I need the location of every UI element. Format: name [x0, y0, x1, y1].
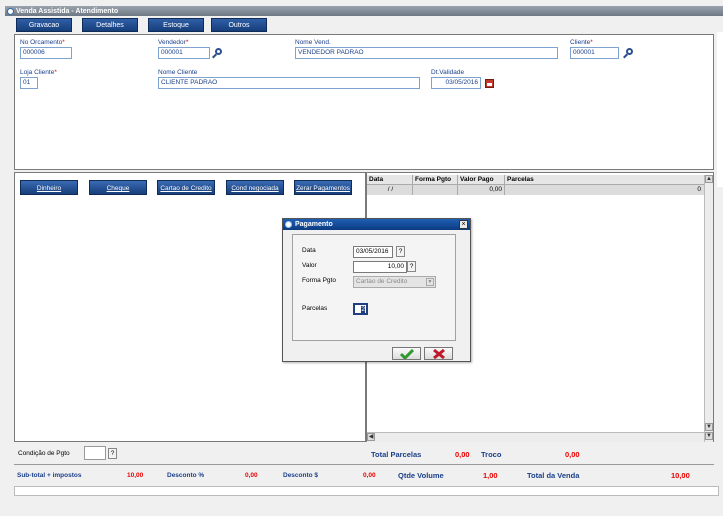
detalhes-button[interactable]: Detalhes [82, 18, 138, 32]
total-venda-label: Total da Venda [527, 471, 580, 480]
total-venda-value: 10,00 [671, 471, 690, 480]
outros-button[interactable]: Outros [211, 18, 267, 32]
cliente-field[interactable]: 000001 [570, 47, 619, 59]
close-icon[interactable]: × [459, 220, 468, 229]
scroll-up-icon[interactable]: ▲ [705, 175, 713, 183]
qtde-volume-value: 1,00 [483, 471, 498, 480]
calendar-icon[interactable] [485, 79, 494, 88]
parcelas-label: Parcelas [302, 305, 328, 312]
cell-valor: 0,00 [458, 185, 505, 195]
scroll-left-icon[interactable]: ◀ [367, 433, 375, 441]
desconto-pct-label: Desconto % [167, 472, 205, 479]
nome-cliente-label: Nome Cliente [158, 69, 198, 76]
dinheiro-button[interactable]: Dinheiro [20, 180, 78, 195]
forma-pgto-select[interactable]: Cartao de Credito ▼ [353, 276, 436, 288]
dialog-title: Pagamento [295, 221, 333, 228]
dialog-app-icon [285, 221, 292, 228]
qtde-volume-label: Qtde Volume [398, 471, 444, 480]
gravacao-button[interactable]: Gravacao [16, 18, 72, 32]
subtotal-value: 10,00 [127, 472, 144, 479]
desconto-val-value: 0,00 [363, 472, 376, 479]
cliente-label: Cliente* [570, 39, 593, 46]
vendedor-search-icon[interactable] [212, 48, 222, 59]
valor-help-button[interactable]: ? [407, 261, 416, 272]
condicao-label: Condição de Pgto [18, 450, 70, 457]
estoque-button[interactable]: Estoque [148, 18, 204, 32]
troco-label: Troco [481, 450, 502, 459]
pagamento-dialog: Pagamento × Data 03/05/2016 ? Valor 10,0… [282, 218, 471, 362]
orcamento-field[interactable]: 000006 [20, 47, 72, 59]
parcelas-field[interactable]: 2 [353, 303, 368, 315]
desconto-pct-value: 0,00 [245, 472, 258, 479]
zerar-pagamentos-button[interactable]: Zerar Pagamentos [294, 180, 352, 195]
col-data[interactable]: Data [367, 175, 413, 184]
vendedor-label: Vendedor* [158, 39, 189, 46]
side-panel-edge [717, 32, 723, 187]
grid-vertical-scrollbar[interactable]: ▲ ▼ ▼ [704, 175, 713, 442]
orcamento-label: No Orcamento* [20, 39, 65, 46]
nome-vend-label: Nome Vend. [295, 39, 331, 46]
nome-cliente-field[interactable]: CLIENTE PADRAO [158, 77, 420, 89]
cell-data: / / [367, 185, 413, 195]
condicao-help-button[interactable]: ? [108, 448, 117, 459]
cliente-search-icon[interactable] [623, 48, 633, 59]
cell-forma [413, 185, 458, 195]
table-row[interactable]: / / 0,00 0 [367, 185, 705, 195]
col-parcelas[interactable]: Parcelas [505, 175, 704, 184]
payments-grid-header: Data Forma Pgto Valor Pago Parcelas [367, 175, 705, 185]
divider [14, 464, 714, 465]
total-parcelas-label: Total Parcelas [371, 450, 422, 459]
nome-vend-field[interactable]: VENDEDOR PADRAO [295, 47, 558, 59]
forma-pgto-label: Forma Pgto [302, 277, 336, 284]
data-field[interactable]: 03/05/2016 [353, 246, 393, 258]
dt-validade-label: Dt.Validade [431, 69, 465, 76]
loja-cliente-label: Loja Cliente* [20, 69, 57, 76]
cancel-x-icon [432, 349, 445, 359]
valor-field[interactable]: 10,00 [353, 261, 407, 273]
check-icon [399, 349, 414, 359]
grid-horizontal-scrollbar[interactable]: ◀ [367, 432, 704, 442]
cancel-button[interactable] [424, 347, 453, 360]
condicao-field[interactable] [84, 446, 106, 460]
cond-negociada-button[interactable]: Cond negociada [226, 180, 284, 195]
scroll-down-icon-2[interactable]: ▼ [705, 432, 713, 440]
cell-parcelas: 0 [697, 186, 701, 193]
col-forma-pgto[interactable]: Forma Pgto [413, 175, 458, 184]
total-parcelas-value: 0,00 [455, 450, 470, 459]
window-titlebar: Venda Assistida - Atendimento [5, 6, 723, 16]
window-title: Venda Assistida - Atendimento [16, 7, 119, 15]
dialog-form: Data 03/05/2016 ? Valor 10,00 ? Forma Pg… [292, 234, 456, 341]
cheque-button[interactable]: Cheque [89, 180, 147, 195]
desconto-val-label: Desconto $ [283, 472, 319, 479]
cartao-credito-button[interactable]: Cartao de Credito [157, 180, 215, 195]
data-help-button[interactable]: ? [396, 246, 405, 257]
loja-cliente-field[interactable]: 01 [20, 77, 38, 89]
data-label: Data [302, 247, 316, 254]
confirm-button[interactable] [392, 347, 421, 360]
chevron-down-icon[interactable]: ▼ [426, 278, 434, 286]
troco-value: 0,00 [565, 450, 580, 459]
scroll-down-icon[interactable]: ▼ [705, 423, 713, 431]
app-icon [7, 7, 14, 15]
dialog-titlebar: Pagamento [283, 219, 470, 230]
col-valor-pago[interactable]: Valor Pago [458, 175, 505, 184]
valor-label: Valor [302, 262, 317, 269]
status-bar [14, 486, 719, 496]
vendedor-field[interactable]: 000001 [158, 47, 210, 59]
dt-validade-field[interactable]: 03/05/2016 [431, 77, 481, 89]
subtotal-label: Sub-total + impostos [17, 472, 82, 479]
